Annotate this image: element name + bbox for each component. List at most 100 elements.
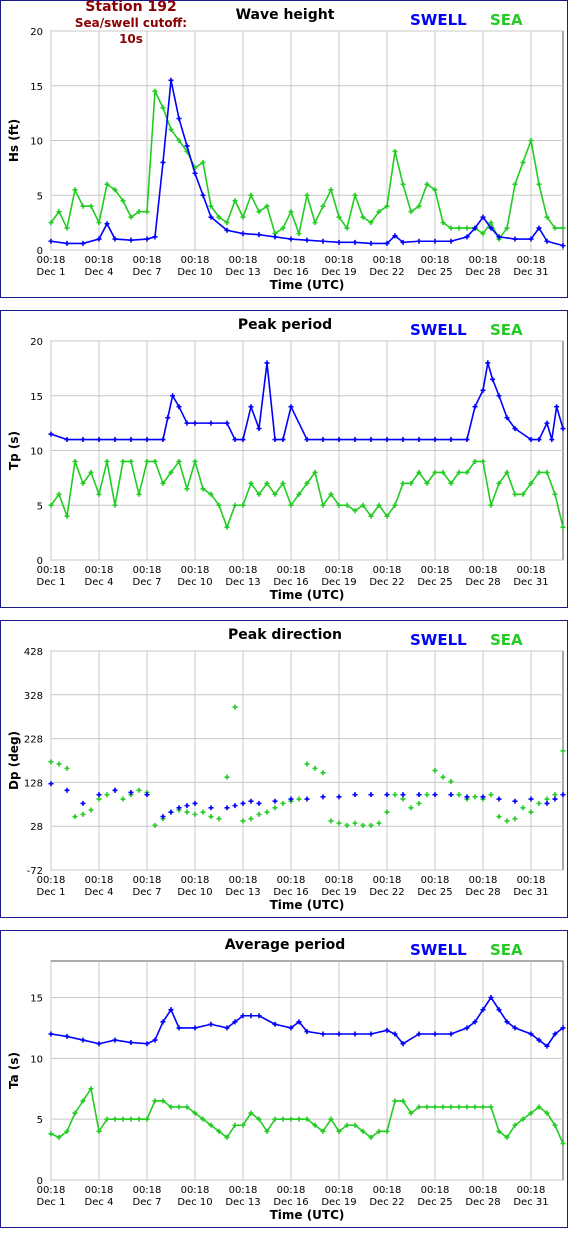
x-tick-time: 00:18 (133, 875, 162, 886)
y-tick-label: 15 (30, 994, 43, 1005)
legend-sea: SEA (490, 321, 523, 339)
x-tick-date: Dec 25 (417, 1197, 452, 1208)
wave-height-panel: 0 5 10 15 20 00:18 Dec 1 00:18 Dec 4 00:18 Dec 7 00… (0, 0, 568, 298)
x-tick-date: Dec 16 (273, 577, 308, 588)
x-tick-date: Dec 22 (369, 577, 404, 588)
x-tick-time: 00:18 (421, 1185, 450, 1196)
x-tick-time: 00:18 (469, 1185, 498, 1196)
legend-swell: SWELL (410, 941, 467, 959)
x-tick-date: Dec 10 (177, 577, 212, 588)
x-tick-time: 00:18 (469, 565, 498, 576)
x-tick-time: 00:18 (277, 565, 306, 576)
y-tick-label: 15 (30, 82, 43, 93)
x-tick-time: 00:18 (517, 1185, 546, 1196)
y-axis-label: Ta (s) (7, 1052, 21, 1089)
x-tick-date: Dec 1 (37, 887, 66, 898)
x-tick-date: Dec 7 (133, 577, 162, 588)
x-tick-date: Dec 4 (85, 577, 114, 588)
x-tick-time: 00:18 (229, 1185, 258, 1196)
x-tick-date: Dec 1 (37, 577, 66, 588)
x-tick-time: 00:18 (37, 565, 66, 576)
x-tick-date: Dec 13 (225, 267, 260, 278)
sea-swell-cutoff: Sea/swell cutoff: 10s (74, 16, 188, 46)
peak-direction-chart: -722812822832842800:18Dec 100:18Dec 400:… (7, 647, 566, 912)
x-tick-time: 00:18 (37, 255, 66, 266)
legend-swell: SWELL (410, 321, 467, 339)
legend-sea: SEA (490, 941, 523, 959)
x-tick-date: Dec 10 (177, 887, 212, 898)
x-tick-date: Dec 22 (369, 887, 404, 898)
x-tick-time: 00:18 (85, 875, 114, 886)
x-tick-time: 00:18 (373, 255, 402, 266)
x-tick-date: Dec 4 (85, 267, 114, 278)
legend-swell: SWELL (410, 11, 467, 29)
x-tick-time: 00:18 (325, 1185, 354, 1196)
x-tick-date: Dec 16 (273, 887, 308, 898)
y-tick-label: 10 (30, 447, 43, 458)
average-period-chart: 05101500:18Dec 100:18Dec 400:18Dec 700:1… (7, 960, 566, 1222)
x-tick-date: Dec 7 (133, 887, 162, 898)
x-tick-time: 00:18 (373, 875, 402, 886)
peak-direction-panel: -72 28 128 228 328 428 00:18 Dec 1 00:18 Dec 4 00:… (0, 620, 568, 918)
y-tick-label: 28 (30, 822, 43, 833)
x-tick-date: Dec 28 (465, 577, 500, 588)
x-tick-date: Dec 10 (177, 267, 212, 278)
y-tick-label: 20 (30, 337, 43, 348)
x-tick-date: Dec 10 (177, 1197, 212, 1208)
x-tick-time: 00:18 (421, 875, 450, 886)
station-header: Station 192 Sea/swell cutoff: 10s (61, 0, 201, 47)
x-tick-date: Dec 22 (369, 1197, 404, 1208)
x-tick-date: Dec 25 (417, 887, 452, 898)
x-tick-time: 00:18 (85, 565, 114, 576)
x-tick-date: Dec 22 (369, 267, 404, 278)
plot-area (50, 650, 564, 871)
x-tick-time: 00:18 (181, 565, 210, 576)
x-tick-time: 00:18 (277, 1185, 306, 1196)
legend-swell: SWELL (410, 631, 467, 649)
x-tick-time: 00:18 (85, 255, 114, 266)
x-tick-date: Dec 25 (417, 577, 452, 588)
x-tick-time: 00:18 (181, 1185, 210, 1196)
x-tick-date: Dec 7 (133, 267, 162, 278)
y-axis-label: Hs (ft) (7, 119, 21, 162)
x-tick-time: 00:18 (229, 255, 258, 266)
y-tick-label: 428 (24, 647, 43, 658)
x-axis-label: Time (UTC) (270, 278, 345, 292)
x-tick-date: Dec 16 (273, 1197, 308, 1208)
x-tick-date: Dec 1 (37, 267, 66, 278)
x-tick-date: Dec 4 (85, 887, 114, 898)
y-tick-label: 10 (30, 1054, 43, 1065)
x-tick-time: 00:18 (277, 255, 306, 266)
x-tick-time: 00:18 (421, 565, 450, 576)
x-tick-time: 00:18 (325, 255, 354, 266)
x-tick-date: Dec 7 (133, 1197, 162, 1208)
y-tick-label: 20 (30, 27, 43, 38)
y-axis-label: Tp (s) (7, 431, 21, 470)
x-tick-date: Dec 31 (513, 577, 548, 588)
x-tick-time: 00:18 (181, 875, 210, 886)
x-tick-time: 00:18 (37, 1185, 66, 1196)
x-tick-time: 00:18 (277, 875, 306, 886)
x-tick-date: Dec 1 (37, 1197, 66, 1208)
x-tick-date: Dec 28 (465, 887, 500, 898)
y-tick-label: 5 (37, 1115, 43, 1126)
x-tick-date: Dec 13 (225, 577, 260, 588)
x-tick-time: 00:18 (517, 875, 546, 886)
x-tick-date: Dec 19 (321, 887, 356, 898)
x-tick-time: 00:18 (373, 1185, 402, 1196)
x-tick-date: Dec 4 (85, 1197, 114, 1208)
x-axis-label: Time (UTC) (270, 1208, 345, 1222)
y-tick-label: 328 (24, 691, 43, 702)
x-tick-date: Dec 31 (513, 887, 548, 898)
x-tick-date: Dec 13 (225, 1197, 260, 1208)
x-tick-time: 00:18 (373, 565, 402, 576)
x-tick-time: 00:18 (133, 255, 162, 266)
y-tick-label: 128 (24, 778, 43, 789)
x-tick-time: 00:18 (133, 1185, 162, 1196)
legend-sea: SEA (490, 631, 523, 649)
peak-period-panel: 0 5 10 15 20 00:18 Dec 1 00:18 Dec 4 00:18 Dec 7 00… (0, 310, 568, 608)
x-tick-time: 00:18 (325, 875, 354, 886)
x-tick-date: Dec 19 (321, 577, 356, 588)
plot-area (50, 960, 564, 1181)
y-tick-label: 228 (24, 735, 43, 746)
